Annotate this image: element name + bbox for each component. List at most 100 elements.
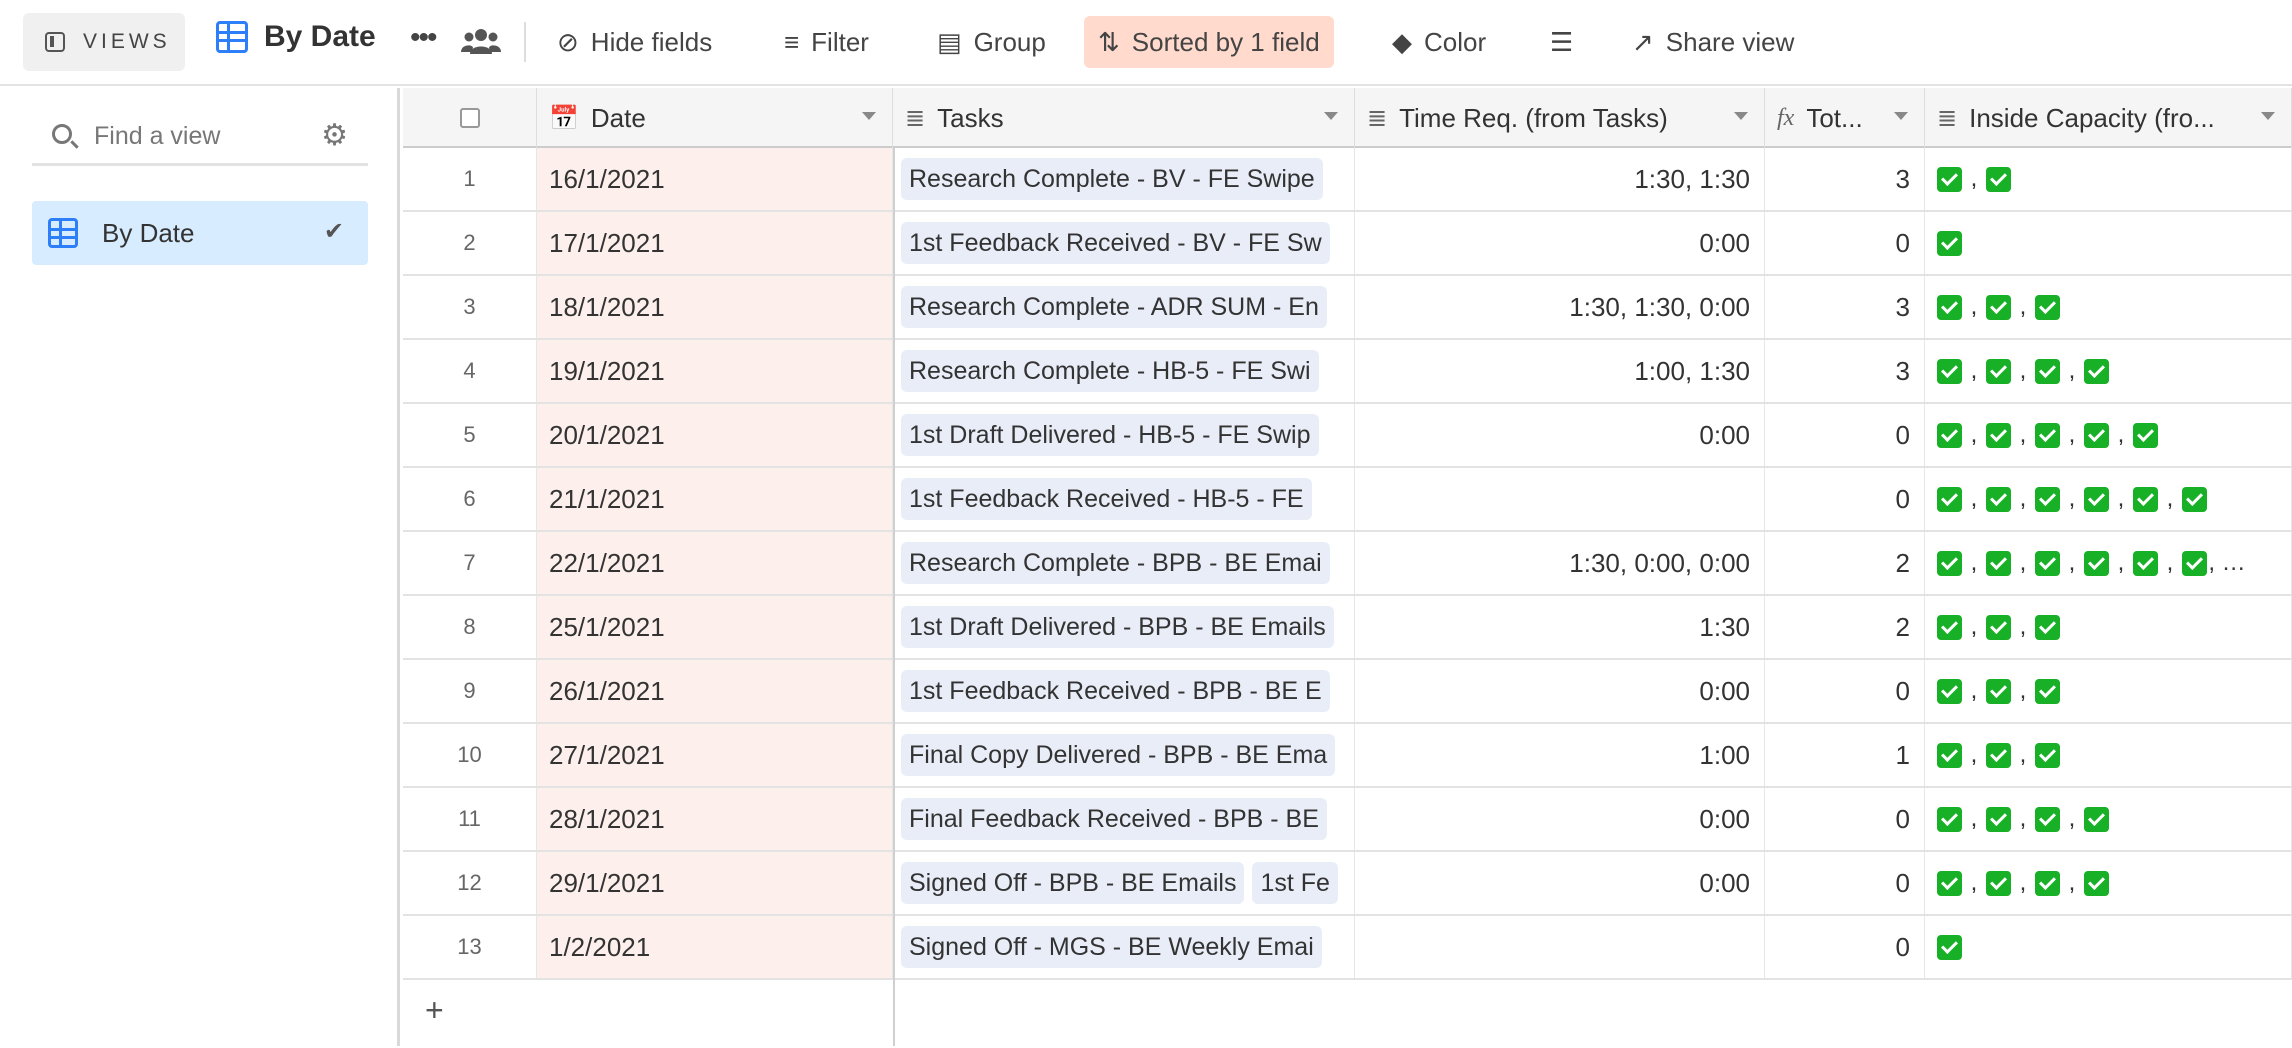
filter-button[interactable]: ≡ Filter (770, 16, 883, 68)
time-req-cell[interactable]: 0:00 (1355, 852, 1765, 914)
table-row[interactable]: 11 28/1/2021 Final Feedback Received - BPB… (403, 788, 2292, 852)
task-chip[interactable]: 1st Draft Delivered - BPB - BE Emails (901, 606, 1334, 648)
total-cell[interactable]: 0 (1765, 852, 1925, 914)
total-cell[interactable]: 0 (1765, 212, 1925, 274)
total-cell[interactable]: 2 (1765, 532, 1925, 594)
table-row[interactable]: 8 25/1/2021 1st Draft Delivered - BPB - BE… (403, 596, 2292, 660)
tasks-cell[interactable]: Research Complete - BPB - BE Emai (893, 532, 1355, 594)
total-cell[interactable]: 0 (1765, 916, 1925, 978)
task-chip[interactable]: Research Complete - HB-5 - FE Swi (901, 350, 1319, 392)
task-chip[interactable]: Final Feedback Received - BPB - BE (901, 798, 1327, 840)
task-chip[interactable]: 1st Feedback Received - BV - FE Sw (901, 222, 1330, 264)
column-header-tasks[interactable]: ≣ Tasks (893, 88, 1355, 148)
collaborators-icon[interactable] (461, 26, 501, 56)
task-chip[interactable]: 1st Fe (1252, 862, 1338, 904)
task-chip[interactable]: Research Complete - BV - FE Swipe (901, 158, 1323, 200)
select-all-checkbox[interactable] (459, 108, 480, 128)
inside-capacity-cell[interactable] (1925, 212, 2292, 274)
task-chip[interactable]: 1st Draft Delivered - HB-5 - FE Swip (901, 414, 1319, 456)
task-chip[interactable]: 1st Feedback Received - HB-5 - FE (901, 478, 1312, 520)
inside-capacity-cell[interactable]: ,, (1925, 596, 2292, 658)
total-cell[interactable]: 0 (1765, 468, 1925, 530)
chevron-down-icon[interactable] (862, 112, 876, 120)
add-record-row[interactable]: + (403, 984, 2292, 1048)
date-cell[interactable]: 20/1/2021 (537, 404, 893, 466)
tasks-cell[interactable]: 1st Feedback Received - BV - FE Sw (893, 212, 1355, 274)
table-row[interactable]: 6 21/1/2021 1st Feedback Received - HB-5 -… (403, 468, 2292, 532)
date-cell[interactable]: 19/1/2021 (537, 340, 893, 402)
gear-icon[interactable]: ⚙ (321, 118, 348, 153)
inside-capacity-cell[interactable]: , (1925, 148, 2292, 210)
views-toggle-button[interactable]: VIEWS (23, 13, 185, 71)
group-button[interactable]: ▤ Group (923, 16, 1060, 68)
total-cell[interactable]: 0 (1765, 788, 1925, 850)
total-cell[interactable]: 3 (1765, 148, 1925, 210)
table-row[interactable]: 2 17/1/2021 1st Feedback Received - BV - F… (403, 212, 2292, 276)
chevron-down-icon[interactable] (1894, 112, 1908, 120)
time-req-cell[interactable] (1355, 468, 1765, 530)
inside-capacity-cell[interactable]: ,,, (1925, 788, 2292, 850)
time-req-cell[interactable]: 1:30, 1:30 (1355, 148, 1765, 210)
table-row[interactable]: 3 18/1/2021 Research Complete - ADR SUM - … (403, 276, 2292, 340)
tasks-cell[interactable]: Research Complete - ADR SUM - En (893, 276, 1355, 338)
date-cell[interactable]: 27/1/2021 (537, 724, 893, 786)
inside-capacity-cell[interactable]: ,,,, (1925, 404, 2292, 466)
total-cell[interactable]: 2 (1765, 596, 1925, 658)
time-req-cell[interactable]: 1:30, 0:00, 0:00 (1355, 532, 1765, 594)
table-row[interactable]: 4 19/1/2021 Research Complete - HB-5 - FE … (403, 340, 2292, 404)
date-cell[interactable]: 1/2/2021 (537, 916, 893, 978)
date-cell[interactable]: 17/1/2021 (537, 212, 893, 274)
task-chip[interactable]: Final Copy Delivered - BPB - BE Ema (901, 734, 1336, 776)
table-row[interactable]: 12 29/1/2021 Signed Off - BPB - BE Emails 1… (403, 852, 2292, 916)
time-req-cell[interactable]: 1:30, 1:30, 0:00 (1355, 276, 1765, 338)
color-button[interactable]: ◆ Color (1378, 16, 1500, 68)
date-cell[interactable]: 16/1/2021 (537, 148, 893, 210)
current-view-name[interactable]: By Date (216, 20, 376, 54)
sort-button[interactable]: ⇅ Sorted by 1 field (1084, 16, 1334, 68)
hide-fields-button[interactable]: ⊘ Hide fields (543, 16, 726, 68)
table-row[interactable]: 13 1/2/2021 Signed Off - MGS - BE Weekly E… (403, 916, 2292, 980)
tasks-cell[interactable]: Signed Off - MGS - BE Weekly Emai (893, 916, 1355, 978)
date-cell[interactable]: 21/1/2021 (537, 468, 893, 530)
table-row[interactable]: 1 16/1/2021 Research Complete - BV - FE Sw… (403, 148, 2292, 212)
tasks-cell[interactable]: 1st Draft Delivered - BPB - BE Emails (893, 596, 1355, 658)
total-cell[interactable]: 0 (1765, 404, 1925, 466)
date-cell[interactable]: 26/1/2021 (537, 660, 893, 722)
date-cell[interactable]: 29/1/2021 (537, 852, 893, 914)
tasks-cell[interactable]: 1st Feedback Received - HB-5 - FE (893, 468, 1355, 530)
time-req-cell[interactable]: 0:00 (1355, 212, 1765, 274)
task-chip[interactable]: 1st Feedback Received - BPB - BE E (901, 670, 1330, 712)
table-row[interactable]: 9 26/1/2021 1st Feedback Received - BPB - … (403, 660, 2292, 724)
time-req-cell[interactable]: 1:30 (1355, 596, 1765, 658)
tasks-cell[interactable]: 1st Draft Delivered - HB-5 - FE Swip (893, 404, 1355, 466)
tasks-cell[interactable]: Signed Off - BPB - BE Emails 1st Fe (893, 852, 1355, 914)
table-row[interactable]: 7 22/1/2021 Research Complete - BPB - BE E… (403, 532, 2292, 596)
total-cell[interactable]: 0 (1765, 660, 1925, 722)
tasks-cell[interactable]: Final Copy Delivered - BPB - BE Ema (893, 724, 1355, 786)
chevron-down-icon[interactable] (1734, 112, 1748, 120)
inside-capacity-cell[interactable]: ,, (1925, 724, 2292, 786)
inside-capacity-cell[interactable]: ,, (1925, 276, 2292, 338)
time-req-cell[interactable]: 0:00 (1355, 788, 1765, 850)
table-row[interactable]: 10 27/1/2021 Final Copy Delivered - BPB - … (403, 724, 2292, 788)
tasks-cell[interactable]: Research Complete - BV - FE Swipe (893, 148, 1355, 210)
total-cell[interactable]: 3 (1765, 276, 1925, 338)
find-view-input[interactable] (94, 118, 314, 154)
time-req-cell[interactable]: 0:00 (1355, 660, 1765, 722)
sidebar-item-by-date[interactable]: By Date ✔ (32, 201, 368, 265)
tasks-cell[interactable]: 1st Feedback Received - BPB - BE E (893, 660, 1355, 722)
add-record-icon[interactable]: + (425, 992, 444, 1029)
tasks-cell[interactable]: Research Complete - HB-5 - FE Swi (893, 340, 1355, 402)
inside-capacity-cell[interactable]: ,,, (1925, 852, 2292, 914)
time-req-cell[interactable]: 1:00 (1355, 724, 1765, 786)
chevron-down-icon[interactable] (2261, 112, 2275, 120)
total-cell[interactable]: 1 (1765, 724, 1925, 786)
column-header-time-req[interactable]: ≣ Time Req. (from Tasks) (1355, 88, 1765, 148)
inside-capacity-cell[interactable]: ,,,,, , … (1925, 532, 2292, 594)
task-chip[interactable]: Signed Off - MGS - BE Weekly Emai (901, 926, 1322, 968)
time-req-cell[interactable] (1355, 916, 1765, 978)
task-chip[interactable]: Research Complete - BPB - BE Emai (901, 542, 1330, 584)
chevron-down-icon[interactable] (1324, 112, 1338, 120)
column-header-inside-capacity[interactable]: ≣ Inside Capacity (fro... (1925, 88, 2292, 148)
inside-capacity-cell[interactable] (1925, 916, 2292, 978)
